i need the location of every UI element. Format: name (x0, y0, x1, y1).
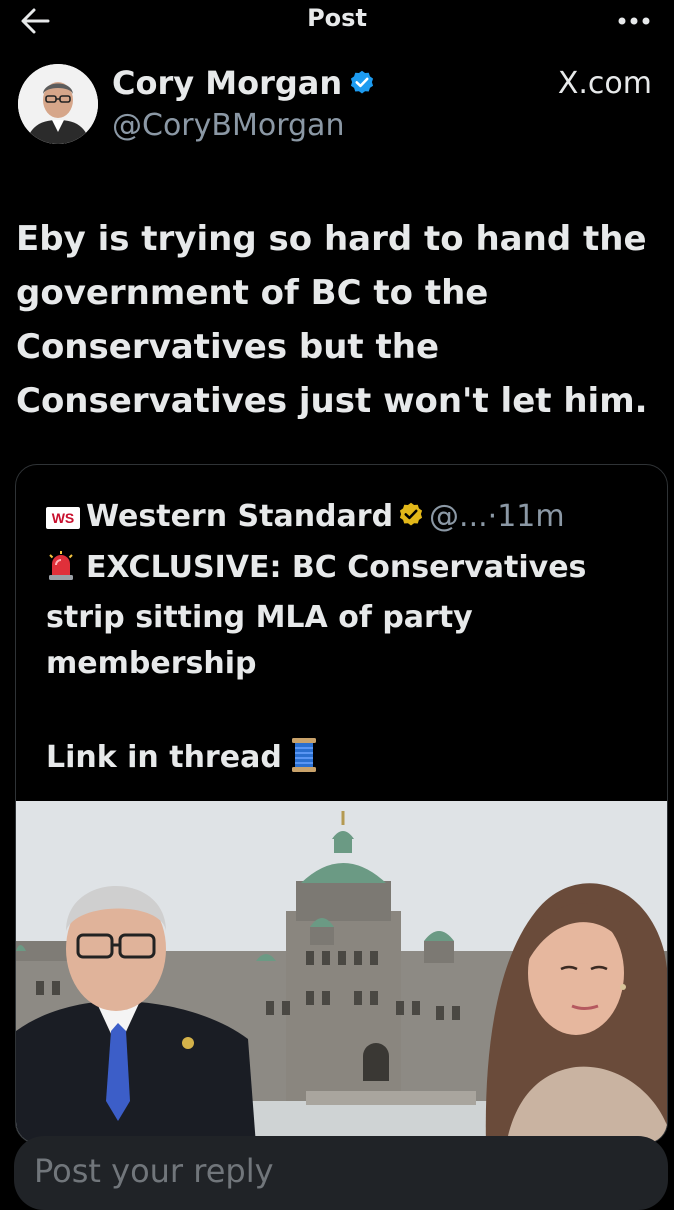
avatar[interactable] (18, 64, 98, 144)
more-icon (618, 17, 650, 25)
post-author: Cory Morgan @CoryBMorgan X.com (18, 64, 658, 150)
post-text-line: Conservatives just won't let him. (16, 381, 648, 421)
quoted-author-handle: @... (429, 499, 488, 534)
author-name[interactable]: Cory Morgan (112, 64, 376, 105)
thread-spool-icon (290, 737, 318, 781)
quoted-link-line: Link in thread (46, 737, 318, 781)
quoted-author-name: Western Standard (86, 499, 394, 534)
page-title: Post (307, 4, 367, 32)
legislature-photo (16, 801, 667, 1143)
reply-input[interactable]: Post your reply (14, 1136, 668, 1210)
western-standard-logo: WS (46, 507, 80, 529)
quoted-post-text: EXCLUSIVE: BC Conservatives strip sitting… (46, 545, 646, 687)
quoted-post-image[interactable] (16, 801, 667, 1143)
post-text: Eby is trying so hard to hand the governm… (16, 212, 656, 428)
gold-verified-icon (397, 501, 425, 537)
quoted-text-line: EXCLUSIVE: BC Conservatives (86, 550, 587, 585)
link-in-thread-text: Link in thread (46, 740, 282, 775)
more-button[interactable] (614, 8, 654, 34)
quoted-text-line: membership (46, 646, 257, 681)
author-handle[interactable]: @CoryBMorgan (112, 108, 344, 143)
avatar-image (18, 64, 98, 144)
siren-icon (46, 549, 76, 595)
quoted-text-line: strip sitting MLA of party (46, 600, 473, 635)
source-label: X.com (557, 66, 652, 101)
quoted-separator: · (487, 499, 498, 534)
post-text-line: government of BC to the (16, 273, 489, 313)
quoted-post-header: WS Western Standard @...·11m (46, 499, 565, 537)
post-text-line: Eby is trying so hard to hand the (16, 219, 647, 259)
quoted-post-card[interactable]: WS Western Standard @...·11m EXCLUSIVE: BC… (15, 464, 668, 1144)
verified-icon (348, 67, 376, 105)
reply-placeholder: Post your reply (34, 1152, 274, 1190)
quoted-time: 11m (497, 499, 565, 534)
author-name-text: Cory Morgan (112, 64, 343, 102)
top-bar: Post (0, 0, 674, 46)
post-text-line: Conservatives but the (16, 327, 440, 367)
